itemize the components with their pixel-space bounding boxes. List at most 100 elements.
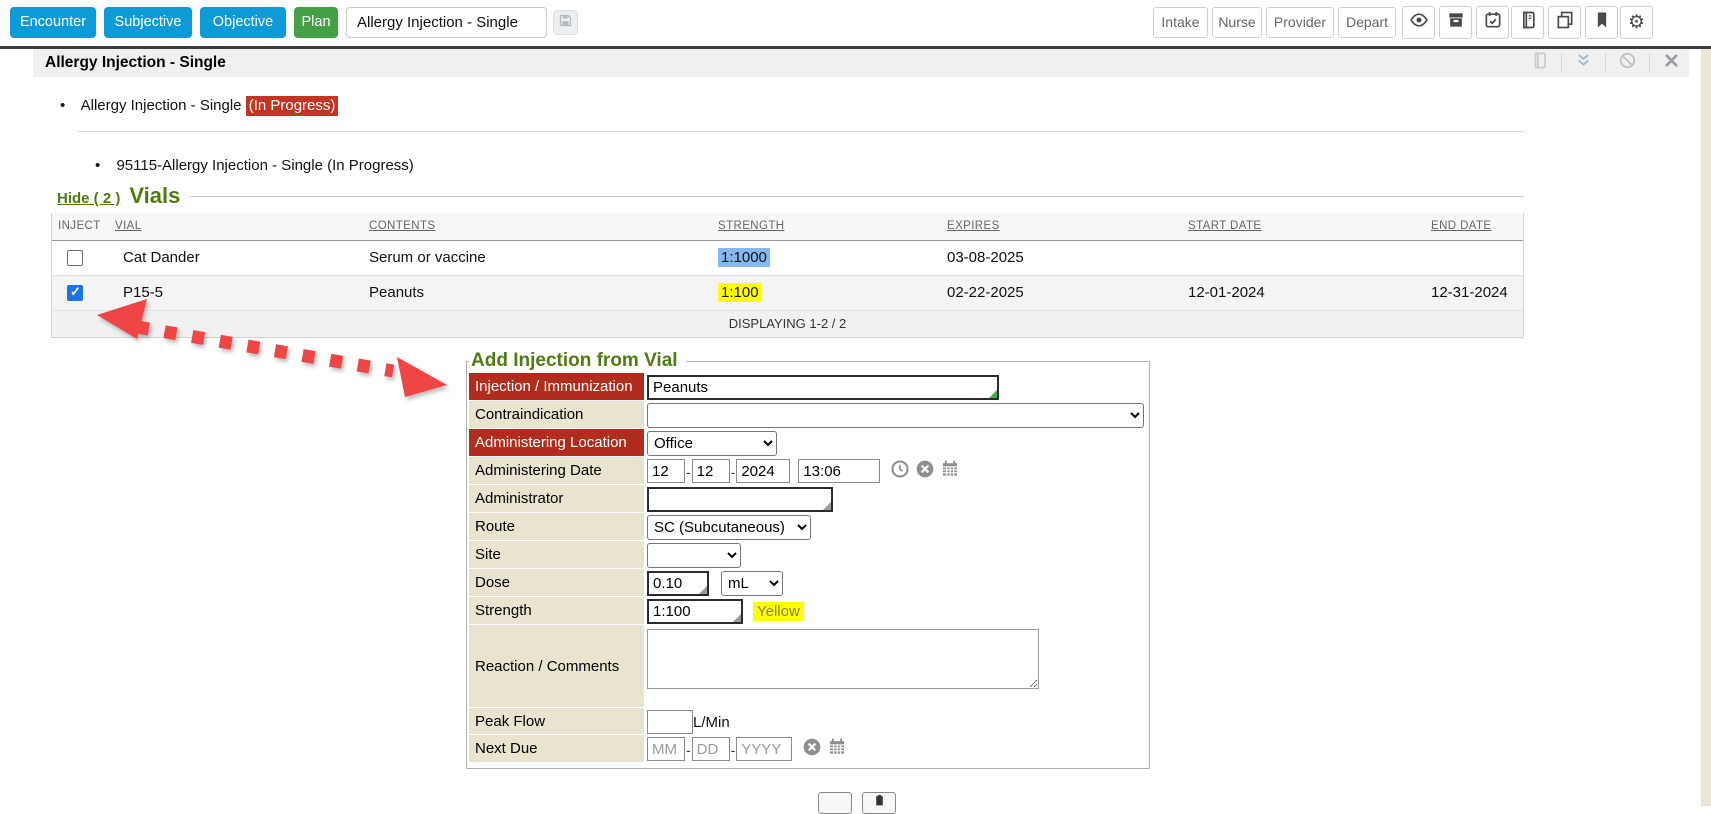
nav-button-encounter[interactable]: Encounter	[10, 7, 96, 38]
page-title: Allergy Injection - Single	[45, 49, 226, 77]
archive-box-icon	[1446, 10, 1466, 35]
no-entry-icon[interactable]	[1618, 51, 1637, 75]
calendar-check-button[interactable]	[1476, 6, 1509, 39]
reaction-comments-textarea[interactable]	[647, 629, 1039, 689]
note-item-procedure: 95115-Allergy Injection - Single (In Pro…	[95, 157, 414, 174]
vial-cell: P15-5	[109, 275, 363, 310]
close-icon[interactable]	[1662, 51, 1681, 75]
peak-flow-unit: L/Min	[693, 714, 730, 731]
vials-section: Hide ( 2 ) Vials INJECT VIAL CONTENTS ST…	[51, 183, 1524, 338]
admin-date-month-input[interactable]	[647, 459, 685, 483]
column-header-strength[interactable]: STRENGTH	[718, 220, 784, 232]
divider	[1561, 53, 1562, 73]
table-row[interactable]: Cat Dander Serum or vaccine 1:1000 03-08…	[52, 240, 1523, 275]
eye-button[interactable]	[1402, 6, 1435, 39]
end-date-cell	[1425, 240, 1523, 275]
nav-button-subjective[interactable]: Subjective	[104, 7, 192, 38]
contraindication-select[interactable]	[647, 403, 1144, 428]
bookmark-icon	[1592, 10, 1612, 35]
route-select[interactable]: SC (Subcutaneous)	[647, 515, 811, 540]
start-date-cell: 12-01-2024	[1182, 275, 1425, 310]
site-select[interactable]	[647, 543, 741, 568]
administering-location-select[interactable]: Office	[647, 431, 777, 456]
site-label: Site	[469, 541, 644, 568]
peak-flow-input[interactable]	[647, 710, 693, 734]
table-paging-status: DISPLAYING 1-2 / 2	[52, 311, 1523, 337]
hide-vials-link[interactable]: Hide ( 2 )	[57, 190, 120, 207]
collapse-chevrons-icon[interactable]	[1574, 51, 1593, 75]
column-header-inject: INJECT	[52, 213, 109, 240]
admin-date-year-input[interactable]	[736, 459, 790, 483]
vial-cell: Cat Dander	[109, 240, 363, 275]
calendar-check-icon	[1483, 10, 1503, 35]
admin-time-input[interactable]	[798, 459, 880, 483]
strength-color-note: Yellow	[753, 602, 804, 621]
stage-button-nurse[interactable]: Nurse	[1212, 7, 1262, 38]
eye-icon	[1409, 10, 1429, 35]
bookmark-button[interactable]	[1585, 6, 1618, 39]
divider	[77, 131, 1525, 132]
form-title: Add Injection from Vial	[469, 350, 686, 372]
gears-icon: ⚙	[1628, 13, 1645, 32]
strength-input[interactable]	[647, 599, 743, 624]
contraindication-label: Contraindication	[469, 401, 644, 428]
administrator-input[interactable]	[647, 487, 833, 512]
route-label: Route	[469, 513, 644, 540]
stage-button-depart[interactable]: Depart	[1338, 7, 1396, 38]
scrollbar-track[interactable]	[1701, 49, 1711, 806]
next-due-day-input[interactable]	[692, 737, 730, 761]
inject-checkbox[interactable]	[67, 250, 83, 266]
injection-immunization-input[interactable]	[647, 375, 999, 400]
notebook-button[interactable]	[1511, 6, 1544, 39]
expires-cell: 02-22-2025	[941, 275, 1182, 310]
clear-date-icon[interactable]	[802, 737, 822, 762]
next-due-month-input[interactable]	[647, 737, 685, 761]
vials-section-title: Vials	[129, 183, 180, 209]
dose-label: Dose	[469, 569, 644, 596]
settings-button[interactable]: ⚙	[1620, 6, 1653, 39]
admin-date-day-input[interactable]	[692, 459, 730, 483]
copy-button[interactable]	[1548, 6, 1581, 39]
date-separator: -	[686, 742, 691, 758]
date-separator: -	[686, 464, 691, 480]
copy-pages-icon	[1555, 10, 1575, 35]
column-header-end-date[interactable]: END DATE	[1431, 220, 1492, 232]
clock-icon[interactable]	[890, 459, 910, 484]
clear-date-icon[interactable]	[915, 459, 935, 484]
divider	[1649, 53, 1650, 73]
next-due-label: Next Due	[469, 735, 644, 762]
status-badge: (In Progress)	[246, 96, 339, 116]
notebook-icon[interactable]	[1530, 51, 1549, 75]
injection-immunization-label: Injection / Immunization	[469, 373, 644, 400]
table-row[interactable]: P15-5 Peanuts 1:100 02-22-2025 12-01-202…	[52, 275, 1523, 310]
calendar-icon[interactable]	[827, 737, 847, 762]
column-header-vial[interactable]: VIAL	[115, 220, 142, 232]
nav-button-objective[interactable]: Objective	[200, 7, 286, 38]
next-due-year-input[interactable]	[736, 737, 792, 761]
administrator-label: Administrator	[469, 485, 644, 512]
bottom-button[interactable]	[818, 792, 852, 814]
administering-date-label: Administering Date	[469, 457, 644, 484]
dose-input[interactable]	[647, 571, 709, 596]
column-header-contents[interactable]: CONTENTS	[369, 220, 435, 232]
archive-button[interactable]	[1439, 6, 1472, 39]
top-toolbar: Encounter Subjective Objective Plan Alle…	[0, 0, 1711, 46]
notebook-icon	[1518, 10, 1538, 35]
bottom-clipboard-button[interactable]	[862, 792, 896, 814]
strength-cell: 1:1000	[718, 248, 770, 267]
peak-flow-label: Peak Flow	[469, 708, 644, 734]
stage-button-provider[interactable]: Provider	[1266, 7, 1334, 38]
start-date-cell	[1182, 240, 1425, 275]
dose-unit-select[interactable]: mL	[721, 571, 783, 596]
expires-cell: 03-08-2025	[941, 240, 1182, 275]
inject-checkbox[interactable]	[67, 285, 83, 301]
column-header-expires[interactable]: EXPIRES	[947, 220, 1000, 232]
template-name-box[interactable]: Allergy Injection - Single	[346, 7, 547, 38]
template-save-button[interactable]	[553, 10, 578, 35]
date-separator: -	[731, 742, 736, 758]
nav-button-plan[interactable]: Plan	[294, 7, 338, 38]
calendar-icon[interactable]	[940, 459, 960, 484]
column-header-start-date[interactable]: START DATE	[1188, 220, 1261, 232]
stage-button-intake[interactable]: Intake	[1153, 7, 1208, 38]
clipboard-icon	[873, 794, 886, 812]
